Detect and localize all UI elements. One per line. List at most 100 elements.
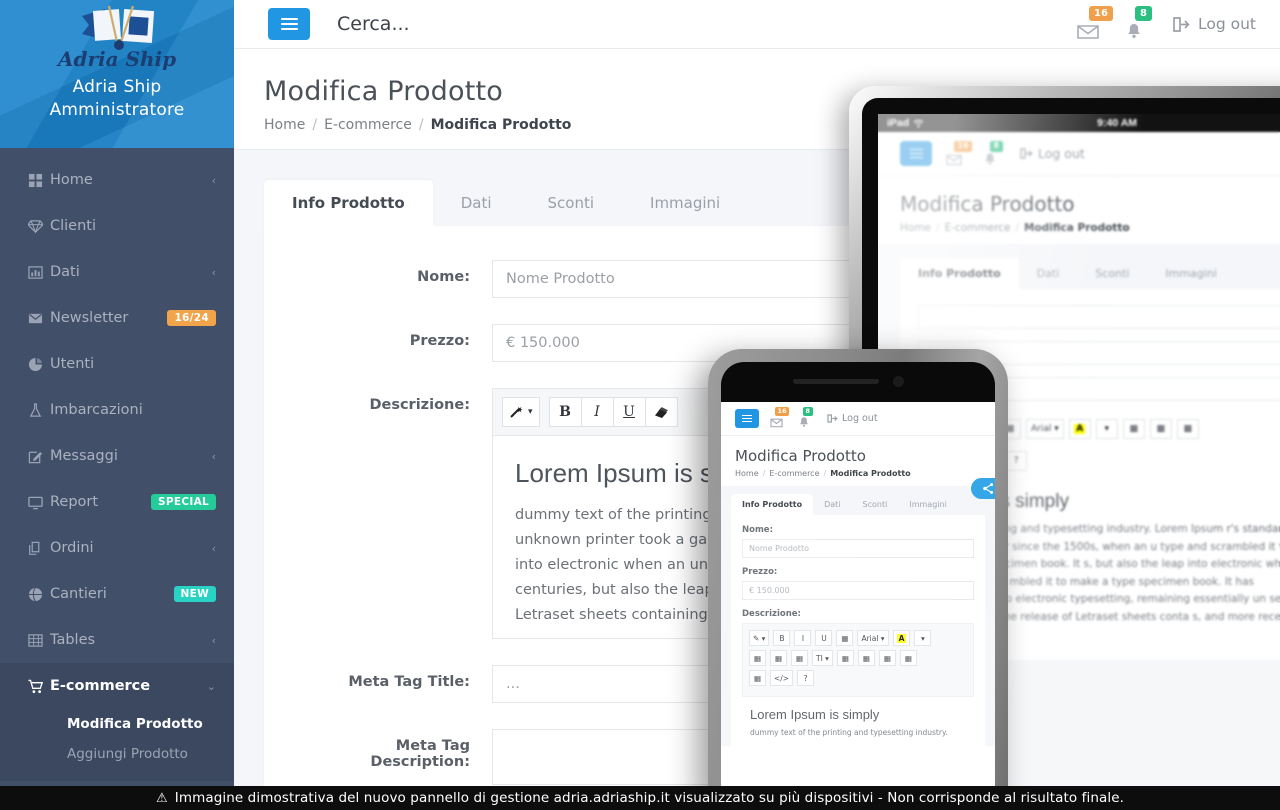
phone-editor-link-icon-button[interactable]: ▦ [857, 650, 875, 666]
phone-editor-table-icon--button[interactable]: ▦ [836, 650, 854, 666]
phone-screen: 16 8 Log out Modifica Prodotto Home / E-co… [721, 402, 995, 799]
phone-editor-align-icon--button[interactable]: ▦ [791, 650, 808, 666]
bar-chart-icon [28, 265, 43, 279]
search-input[interactable]: Cerca... [337, 13, 410, 35]
phone-page-title: Modifica Prodotto [735, 447, 866, 465]
tab-immagini[interactable]: Immagini [622, 180, 748, 226]
tablet-tab-sconti[interactable]: Sconti [1077, 258, 1147, 289]
tablet-tab-dati[interactable]: Dati [1019, 258, 1078, 289]
phone-breadcrumb: Home / E-commerce / Modifica Prodotto [735, 469, 981, 478]
sidebar-item-dati[interactable]: Dati ‹ [0, 249, 234, 295]
tablet-editor---button[interactable]: ? [1005, 451, 1028, 471]
wifi-icon [913, 119, 924, 127]
phone-editor-ol-icon-button[interactable]: ▦ [770, 650, 787, 666]
phone-editor-u-button[interactable]: U [815, 630, 833, 646]
warning-triangle-icon: ⚠ [155, 790, 168, 806]
tablet-tab-immagini[interactable]: Immagini [1147, 258, 1234, 289]
tablet-tab-info-prodotto[interactable]: Info Prodotto [900, 258, 1019, 289]
tab-sconti[interactable]: Sconti [520, 180, 623, 226]
bell-icon[interactable]: 8 [1111, 6, 1157, 40]
phone-tab-sconti[interactable]: Sconti [852, 494, 899, 515]
phone-input-prezzo[interactable]: € 150.000 [742, 581, 974, 600]
phone-input-nome[interactable]: Nome Prodotto [742, 539, 974, 558]
italic-button[interactable]: I [580, 397, 614, 427]
tab-dati[interactable]: Dati [433, 180, 520, 226]
sidebar-subitem-aggiungi-prodotto[interactable]: Aggiungi Prodotto [0, 739, 234, 769]
sidebar-item-label: Newsletter [50, 310, 129, 326]
phone-editor-arial--button[interactable]: Arial ▾ [857, 630, 889, 646]
phone-editor-b-button[interactable]: B [773, 630, 791, 646]
adria-ship-logo: Adria Ship [56, 5, 176, 70]
phone-editor-fullscreen-icon-button[interactable]: ▦ [749, 670, 766, 686]
tablet-breadcrumb-crumb[interactable]: Home [900, 222, 931, 234]
phone-bell-icon[interactable]: 8 [793, 407, 815, 428]
tablet-mail-icon[interactable]: 16 [940, 140, 973, 166]
mail-icon[interactable]: 16 [1065, 6, 1113, 40]
phone-hamburger-icon[interactable] [735, 409, 759, 428]
phone-breadcrumb-crumb[interactable]: E-commerce [769, 469, 819, 478]
phone-editor-heading: Lorem Ipsum is simply [750, 707, 880, 722]
sidebar-badge: SPECIAL [151, 493, 216, 511]
chevron-left-icon: ‹ [211, 633, 216, 647]
phone-editor-video-icon-button[interactable]: ▦ [899, 650, 917, 666]
phone-editor-image-icon-button[interactable]: ▦ [878, 650, 896, 666]
phone-editor-ti--button[interactable]: TI ▾ [812, 650, 833, 666]
phone-editor-i-button[interactable]: I [794, 630, 812, 646]
phone-editor-content[interactable]: Lorem Ipsum is simply dummy text of the … [742, 697, 974, 742]
breadcrumb-crumb[interactable]: E-commerce [324, 117, 412, 133]
phone-editor-eraser-icon-button[interactable]: ▦ [836, 630, 854, 646]
tablet-editor-a-button[interactable]: A [1068, 419, 1091, 439]
phone-editor---button[interactable]: </> [770, 670, 794, 686]
sidebar-item-messaggi[interactable]: Messaggi ‹ [0, 433, 234, 479]
phone-editor---button[interactable]: ? [797, 670, 815, 686]
eraser-icon[interactable] [644, 397, 678, 427]
globe-icon [28, 587, 43, 601]
tab-info-prodotto[interactable]: Info Prodotto [264, 180, 433, 226]
bold-button[interactable]: B [548, 397, 582, 427]
tablet-hamburger-icon[interactable] [900, 141, 932, 166]
logout-button[interactable]: Log out [1173, 15, 1256, 33]
hamburger-icon[interactable] [268, 8, 310, 40]
phone-mail-icon[interactable]: 16 [765, 407, 790, 428]
sidebar-item-clienti[interactable]: Clienti [0, 203, 234, 249]
phone-tab-dati[interactable]: Dati [813, 494, 851, 515]
phone-tab-immagini[interactable]: Immagini [898, 494, 957, 515]
phone-editor---button[interactable]: ✎ ▾ [749, 630, 770, 646]
phone-editor-a-button[interactable]: A [892, 630, 911, 646]
phone-toolbar-row-2: ▦ ▦ ▦ TI ▾ ▦ ▦ ▦ ▦ [749, 650, 967, 666]
phone-toolbar-row-1: ✎ ▾ B I U ▦ Arial ▾ A ▾ [749, 630, 967, 646]
underline-button[interactable]: U [612, 397, 646, 427]
sidebar-item-imbarcazioni[interactable]: Imbarcazioni [0, 387, 234, 433]
sidebar-item-ordini[interactable]: Ordini ‹ [0, 525, 234, 571]
tablet-editor-arial--button[interactable]: Arial ▾ [1026, 419, 1064, 439]
phone-breadcrumb-crumb[interactable]: Home [735, 469, 759, 478]
label-meta-title: Meta Tag Title: [348, 674, 470, 690]
logout-icon [1173, 16, 1190, 32]
sidebar-item-home[interactable]: Home ‹ [0, 157, 234, 203]
phone-editor---button[interactable]: ▾ [914, 630, 932, 646]
sidebar-item-newsletter[interactable]: Newsletter 16/24 [0, 295, 234, 341]
sidebar-subitem-modifica-prodotto[interactable]: Modifica Prodotto [0, 709, 234, 739]
phone-tab-info-prodotto[interactable]: Info Prodotto [731, 494, 814, 515]
tablet-editor-ol-icon-button[interactable]: ▦ [1149, 419, 1172, 439]
tablet-editor-align-icon-button[interactable]: ▦ [1176, 419, 1199, 439]
breadcrumb-crumb[interactable]: Home [264, 117, 305, 133]
tablet-logout-button[interactable]: Log out [1020, 146, 1085, 161]
sidebar-item-e-commerce[interactable]: E-commerce ⌄ [0, 663, 234, 709]
tablet-editor---button[interactable]: ▾ [1095, 419, 1118, 439]
tablet-editor-ul-icon-button[interactable]: ▦ [1122, 419, 1145, 439]
tablet-input-nome[interactable] [918, 305, 1280, 329]
sidebar-item-report[interactable]: Report SPECIAL [0, 479, 234, 525]
tablet-bell-icon[interactable]: 8 [976, 140, 1004, 166]
logout-label: Log out [1198, 15, 1256, 33]
phone-logout-button[interactable]: Log out [827, 413, 878, 424]
phone-editor-ul-icon-button[interactable]: ▦ [749, 650, 766, 666]
sidebar-item-cantieri[interactable]: Cantieri NEW [0, 571, 234, 617]
bar-chart-icon [28, 265, 50, 280]
tablet-breadcrumb-crumb[interactable]: E-commerce [945, 222, 1011, 234]
style-magic-wand-icon[interactable]: ▾ [502, 397, 540, 427]
sidebar-item-utenti[interactable]: Utenti [0, 341, 234, 387]
phone-breadcrumb-sep: / [762, 469, 766, 478]
share-icon[interactable] [971, 478, 995, 499]
sidebar-item-tables[interactable]: Tables ‹ [0, 617, 234, 663]
